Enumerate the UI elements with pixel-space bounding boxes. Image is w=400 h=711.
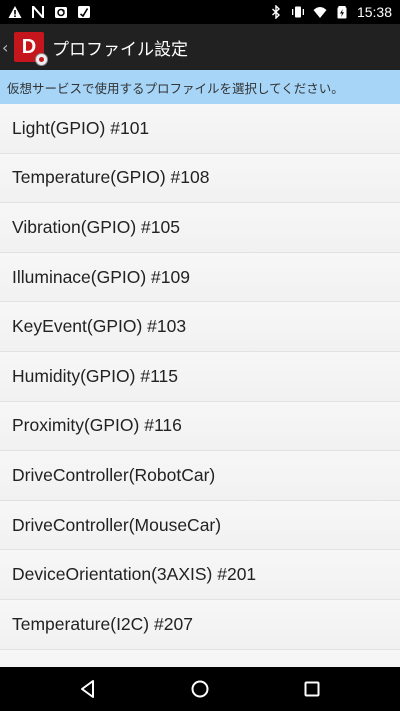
clock: 15:38 bbox=[356, 4, 392, 20]
up-navigation-chevron-icon[interactable]: ‹ bbox=[2, 38, 12, 57]
app-logo-letter: D bbox=[21, 35, 37, 58]
list-item[interactable]: Light(GPIO) #101 bbox=[0, 104, 400, 154]
list-item-label: KeyEvent(GPIO) #103 bbox=[12, 316, 187, 337]
instruction-banner: 仮想サービスで使用するプロファイルを選択してください。 bbox=[0, 70, 400, 104]
wifi-icon bbox=[313, 7, 327, 18]
list-item[interactable]: DeviceOrientation(3AXIS) #201 bbox=[0, 550, 400, 600]
gear-icon bbox=[35, 53, 48, 66]
list-item[interactable]: KeyEvent(GPIO) #103 bbox=[0, 302, 400, 352]
list-item[interactable]: Temperature(I2C) #207 bbox=[0, 599, 400, 650]
list-item-label: Light(GPIO) #101 bbox=[12, 117, 150, 138]
app-bar: ‹ D プロファイル設定 bbox=[0, 24, 400, 70]
list-item[interactable]: Humidity(GPIO) #115 bbox=[0, 351, 400, 402]
app-logo[interactable]: D bbox=[14, 32, 48, 66]
home-circle-icon[interactable] bbox=[190, 679, 210, 699]
list-item-partial[interactable] bbox=[0, 649, 400, 667]
list-item-label: DeviceOrientation(3AXIS) #201 bbox=[12, 564, 257, 585]
profile-list: Light(GPIO) #101 Temperature(GPIO) #108 … bbox=[0, 104, 400, 667]
download-icon bbox=[78, 6, 90, 18]
list-item-label: Temperature(I2C) #207 bbox=[12, 613, 193, 634]
list-item-label: Illuminace(GPIO) #109 bbox=[12, 266, 190, 287]
notification-icons bbox=[8, 5, 91, 19]
list-item-label: DriveController(MouseCar) bbox=[12, 514, 222, 535]
list-item-label: Proximity(GPIO) #116 bbox=[12, 415, 182, 436]
warning-icon bbox=[8, 6, 22, 18]
list-item[interactable]: Proximity(GPIO) #116 bbox=[0, 401, 400, 452]
no-sim-icon bbox=[32, 6, 44, 18]
system-icons: 15:38 bbox=[269, 4, 392, 20]
back-triangle-icon[interactable] bbox=[78, 679, 98, 699]
sync-icon bbox=[55, 7, 67, 18]
vibrate-icon bbox=[291, 6, 304, 18]
list-item[interactable]: Temperature(GPIO) #108 bbox=[0, 153, 400, 204]
list-item-label: DriveController(RobotCar) bbox=[12, 464, 216, 485]
list-item[interactable]: Illuminace(GPIO) #109 bbox=[0, 252, 400, 303]
battery-icon bbox=[337, 6, 347, 19]
recents-square-icon[interactable] bbox=[302, 679, 322, 699]
list-item-label: Temperature(GPIO) #108 bbox=[12, 167, 210, 188]
bluetooth-icon bbox=[271, 5, 280, 19]
list-item-label: Vibration(GPIO) #105 bbox=[12, 216, 180, 237]
list-item[interactable]: DriveController(MouseCar) bbox=[0, 500, 400, 551]
list-item-label: Humidity(GPIO) #115 bbox=[12, 365, 178, 386]
navigation-bar bbox=[0, 667, 400, 711]
list-item[interactable]: Vibration(GPIO) #105 bbox=[0, 203, 400, 253]
status-bar: 15:38 bbox=[0, 0, 400, 24]
instruction-text: 仮想サービスで使用するプロファイルを選択してください。 bbox=[7, 80, 344, 96]
list-item[interactable]: DriveController(RobotCar) bbox=[0, 451, 400, 501]
page-title: プロファイル設定 bbox=[52, 39, 188, 60]
